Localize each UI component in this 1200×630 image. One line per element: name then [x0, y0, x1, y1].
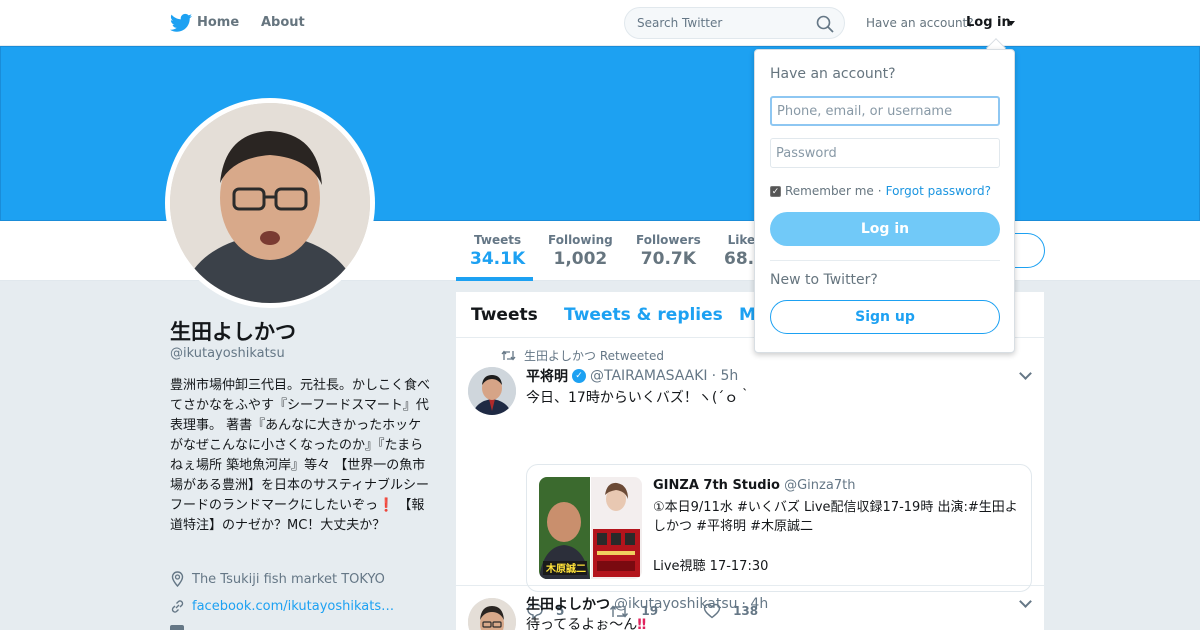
profile-bio: 豊洲市場仲卸三代目。元社長。かしこく食べてさかなをふやす『シーフードスマート』代…	[170, 378, 431, 533]
profile-link[interactable]: facebook.com/ikutayoshikats…	[170, 599, 394, 614]
forgot-password-link[interactable]: Forgot password?	[886, 184, 991, 198]
calendar-icon	[170, 625, 184, 630]
link-card[interactable]: 木原誠二 GINZA 7th Studio @Ginza7th ①本日9/11水…	[526, 464, 1032, 592]
tweet-author-handle[interactable]: @TAIRAMASAAKI	[590, 368, 708, 384]
active-stat-indicator	[456, 277, 533, 281]
remember-me-checkbox[interactable]: ✓	[770, 185, 781, 197]
stat-value: 70.7K	[640, 249, 696, 269]
verified-badge-icon: ✓	[572, 369, 586, 383]
card-handle: @Ginza7th	[784, 478, 856, 493]
tab-tweets[interactable]: Tweets	[471, 305, 538, 325]
stat-followers[interactable]: Followers 70.7K	[636, 233, 701, 269]
stat-value: 34.1K	[470, 249, 526, 269]
remember-me-label[interactable]: Remember me	[785, 184, 874, 198]
card-illustration: 木原誠二	[539, 477, 642, 579]
stat-following[interactable]: Following 1,002	[548, 233, 613, 269]
tweet-menu-chevron-icon[interactable]	[1019, 367, 1032, 380]
signup-button[interactable]: Sign up	[770, 300, 1000, 334]
tweet-avatar[interactable]	[468, 367, 516, 415]
tweet-text: 待ってるよぉ～ん‼	[526, 614, 646, 630]
card-source: GINZA 7th Studio @Ginza7th	[653, 478, 855, 493]
profile-avatar[interactable]	[165, 98, 375, 308]
card-description-extra: Live視聴 17-17:30	[653, 559, 769, 574]
search-icon[interactable]	[816, 15, 834, 33]
have-account-text: Have an account?	[866, 16, 974, 30]
link-icon	[171, 600, 184, 613]
tweet-time[interactable]: · 4h	[742, 596, 769, 612]
stat-label: Followers	[636, 233, 701, 247]
caret-down-icon[interactable]	[1007, 21, 1015, 26]
tweet-header: 生田よしかつ @ikutayoshikatsu · 4h	[526, 594, 768, 614]
double-exclamation-icon: ‼	[637, 617, 647, 630]
dropdown-title: Have an account?	[770, 66, 896, 82]
retweet-context: 生田よしかつ Retweeted	[501, 347, 664, 364]
card-description: ①本日9/11水 #いくバズ Live配信収録17-19時 出演:#生田よしかつ…	[653, 500, 1018, 534]
tweet-author-handle[interactable]: @ikutayoshikatsu	[614, 596, 738, 612]
location-text: The Tsukiji fish market TOKYO	[192, 571, 385, 587]
username-field[interactable]	[770, 96, 1000, 126]
login-button[interactable]: Log in	[770, 212, 1000, 246]
retweeted-by-text[interactable]: 生田よしかつ Retweeted	[524, 347, 664, 364]
stat-label: Tweets	[474, 233, 522, 247]
login-menu-link[interactable]: Log in	[966, 15, 1011, 30]
tab-tweets-replies[interactable]: Tweets & replies	[564, 305, 723, 325]
tweet-avatar[interactable]	[468, 598, 516, 630]
stat-label: Following	[548, 233, 613, 247]
profile-location: The Tsukiji fish market TOKYO	[170, 571, 385, 587]
svg-text:木原誠二: 木原誠二	[545, 562, 586, 575]
avatar-photo	[170, 103, 370, 303]
tweet-author-name[interactable]: 生田よしかつ	[526, 594, 610, 614]
search-input[interactable]	[625, 8, 805, 38]
tweet-text-content: 待ってるよぉ～ん	[526, 617, 638, 630]
remember-me-row: ✓ Remember me · Forgot password?	[770, 184, 991, 198]
tweet-menu-chevron-icon[interactable]	[1019, 595, 1032, 608]
profile-handle[interactable]: @ikutayoshikatsu	[170, 346, 285, 361]
tweet-item[interactable]: 生田よしかつ @ikutayoshikatsu · 4h 待ってるよぉ～ん‼	[456, 586, 1044, 630]
dropdown-divider	[770, 260, 1000, 261]
card-title: GINZA 7th Studio	[653, 478, 780, 493]
tweet-time[interactable]: · 5h	[712, 368, 739, 384]
tweet-item[interactable]: 生田よしかつ Retweeted 平将明 ✓ @TAIRAMASAAKI · 5…	[456, 339, 1044, 619]
tweet-text: 今日、17時からいくバズ！ヽ(´ｏ｀	[526, 390, 753, 406]
twitter-bird-icon[interactable]	[170, 13, 192, 33]
location-pin-icon	[171, 571, 184, 587]
stat-value: 1,002	[553, 249, 608, 269]
avatar-illustration	[468, 367, 516, 415]
nav-home-link[interactable]: Home	[197, 15, 239, 30]
nav-about-link[interactable]: About	[261, 15, 305, 30]
stat-tweets[interactable]: Tweets 34.1K	[470, 233, 525, 269]
new-to-twitter-text: New to Twitter?	[770, 272, 878, 288]
login-dropdown: Have an account? ✓ Remember me · Forgot …	[754, 49, 1015, 353]
separator-dot: ·	[877, 184, 882, 198]
search-box	[624, 7, 845, 39]
card-image: 木原誠二	[539, 477, 642, 579]
link-text[interactable]: facebook.com/ikutayoshikats…	[192, 599, 394, 614]
tweet-author-name[interactable]: 平将明	[526, 366, 568, 386]
profile-name: 生田よしかつ	[170, 320, 296, 344]
tweet-header: 平将明 ✓ @TAIRAMASAAKI · 5h	[526, 366, 738, 386]
retweet-icon	[501, 350, 516, 361]
avatar-illustration	[468, 598, 516, 630]
password-field[interactable]	[770, 138, 1000, 168]
avatar-illustration	[170, 103, 370, 303]
top-navigation-bar: Home About Have an account? Log in	[0, 0, 1200, 46]
